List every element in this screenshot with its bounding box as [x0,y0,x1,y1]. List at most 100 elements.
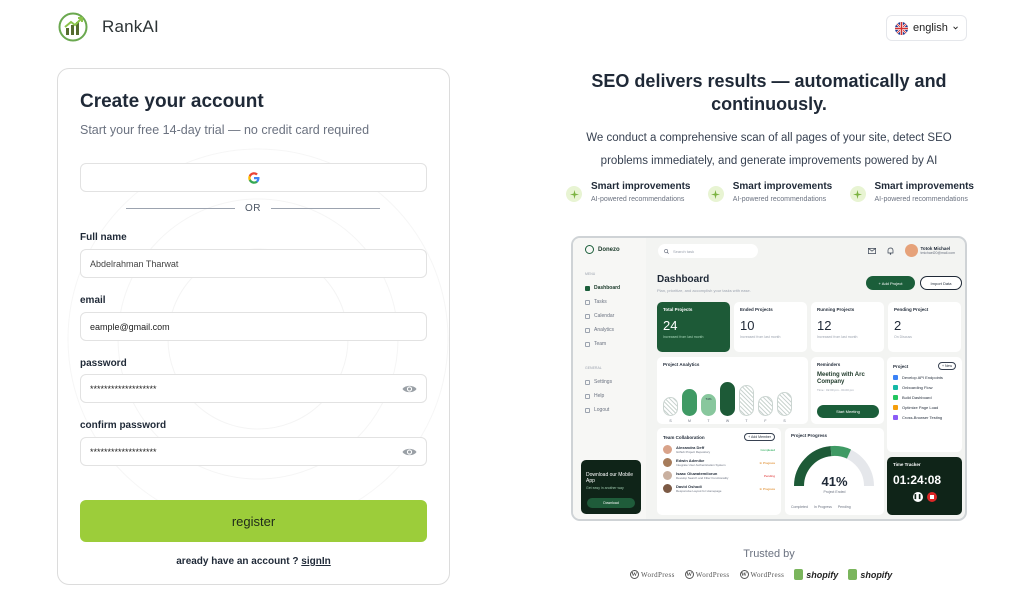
shopify-logo: shopify [794,569,838,580]
brand-name: RankAI [102,17,159,36]
preview-menu-item: Settings [585,379,612,385]
language-label: english [913,22,948,34]
feature-subtitle: AI-powered recommendations [732,196,827,203]
preview-menu-label: Analytics [594,327,615,333]
member-status: Completed [760,447,775,452]
preview-reminders-title: Reminders [817,362,841,367]
analytics-bar [777,392,792,416]
preview-member: Alexandra Deff Github Project Repository C… [663,445,775,454]
preview-menu-label: Calendar [594,313,615,319]
grid-icon [585,285,590,291]
preview-progress-legend: Completed In Progress Pending [791,505,851,509]
divider-line [126,208,235,209]
eye-icon[interactable] [402,447,417,457]
brand-logo[interactable]: RankAI [58,12,159,42]
member-task: Github Project Repository [676,450,711,454]
logo-text: WordPress [750,570,785,579]
member-status: Pending [763,473,775,478]
preview-analytics-title: Project Analytics [663,362,700,367]
analytics-day-label: M [688,419,691,423]
preview-analytics-panel: Project Analytics 74% S M T W T F S [657,357,808,424]
preview-menu-item: Dashboard [585,285,620,291]
signup-page: RankAI english Create your account Start… [0,0,1024,597]
preview-stat-value: 24 [663,318,678,333]
preview-topbar: Search task Totok Michael tmichael20@mai… [653,244,965,260]
member-status: In Progress [759,460,775,465]
tasks-icon [585,299,590,305]
shopify-icon [848,569,858,580]
language-select[interactable]: english [886,15,967,41]
password-label: password [80,358,127,369]
feature-title: Smart improvements [874,181,974,192]
preview-project-title: Project [893,363,909,369]
preview-progress-label: Project Ended [823,490,846,494]
member-avatar [663,484,672,493]
feature-item: Smart improvements AI-powered recommenda… [566,181,690,203]
feature-title: Smart improvements [732,181,833,192]
register-button[interactable]: register [80,500,427,542]
fullname-label: Full name [80,232,127,243]
preview-search: Search task [658,244,758,258]
preview-menu-item: Logout [585,407,609,413]
logo-text: WordPress [695,570,730,579]
legend-item: In Progress [813,505,832,509]
feature-list: Smart improvements AI-powered recommenda… [566,181,974,203]
preview-reminder-time: Time : 02.00 pm - 04.00 pm [817,388,854,392]
preview-add-member: + Add Member [744,433,775,441]
trusted-logos: W WordPress W WordPress W WordPress shopify… [630,569,892,580]
shopify-icon [794,569,804,580]
confirm-password-label: confirm password [80,420,167,431]
password-field[interactable]: ******************* [80,374,427,403]
preview-menu-item: Analytics [585,327,614,333]
analytics-bar [758,396,773,416]
preview-stat-card: Running Projects 12 Increased from last … [811,302,884,352]
preview-search-placeholder: Search task [673,248,695,254]
preview-progress-title: Project Progress [791,433,828,438]
google-signup-button[interactable] [80,163,427,192]
wordpress-logo: W WordPress [684,570,730,579]
member-task: Responsive Layout for Homepage [676,489,722,493]
analytics-bar: 74% [701,394,716,416]
wordpress-logo: W WordPress [739,570,785,579]
preview-menu-header: MENU [585,272,596,276]
preview-menu-label: Settings [594,379,613,385]
preview-add-project: + Add Project [866,276,915,290]
preview-project-item: Onboarding Flow [893,385,956,390]
confirm-password-field[interactable]: ******************* [80,437,427,466]
preview-timer-value: 01:24:08 [893,473,942,487]
preview-general-header: GENERAL [585,366,602,370]
wordpress-icon: W [739,570,749,579]
preview-stat-card: Ended Projects 10 Increased from last mo… [734,302,807,352]
preview-stat-note: Increased from last month [663,335,704,339]
preview-time-tracker: Time Tracker 01:24:08 ❚❚ [887,457,962,515]
preview-menu-item: Help [585,393,604,399]
sparkle-icon [707,186,724,202]
sparkle-icon [849,186,866,202]
member-task: Develop Search and Filter Functionality [676,476,729,480]
email-field[interactable]: eample@gmail.com [80,312,427,341]
feature-item: Smart improvements AI-powered recommenda… [707,181,833,203]
preview-logo-icon [585,245,594,254]
signin-link[interactable]: signIn [301,556,330,567]
preview-stat-title: Total Projects [663,307,693,312]
preview-member: Edwin Adenike Integrate User Authenticati… [663,458,775,467]
feature-subtitle: AI-powered recommendations [874,196,968,203]
preview-user: Totok Michael tmichael20@mail.com [867,244,955,257]
eye-icon[interactable] [402,384,417,394]
preview-team-title: Team Collaboration [663,434,705,440]
fullname-field[interactable]: Abdelrahman Tharwat [80,249,427,278]
promo-description: We conduct a comprehensive scan of all p… [586,132,952,167]
preview-timer-title: Time Tracker [893,462,921,467]
calendar-icon [585,313,590,319]
analytics-day-label: F [764,419,767,423]
preview-start-meeting: Start Meeting [817,405,879,418]
divider-line [271,208,380,209]
preview-stat-title: Pending Project [894,307,929,312]
preview-project-name: Develop API Endpoints [902,375,943,380]
member-task: Integrate User Authentication System [676,463,726,467]
preview-subtitle: Plan, prioritize, and accomplish your ta… [657,288,751,293]
preview-menu-label: Dashboard [594,285,621,291]
preview-reminder-text: Meeting with Arc Company [817,372,865,385]
feature-item: Smart improvements AI-powered recommenda… [849,181,974,203]
preview-mobile-app-card: Download our Mobile App Get easy in anot… [581,460,641,514]
